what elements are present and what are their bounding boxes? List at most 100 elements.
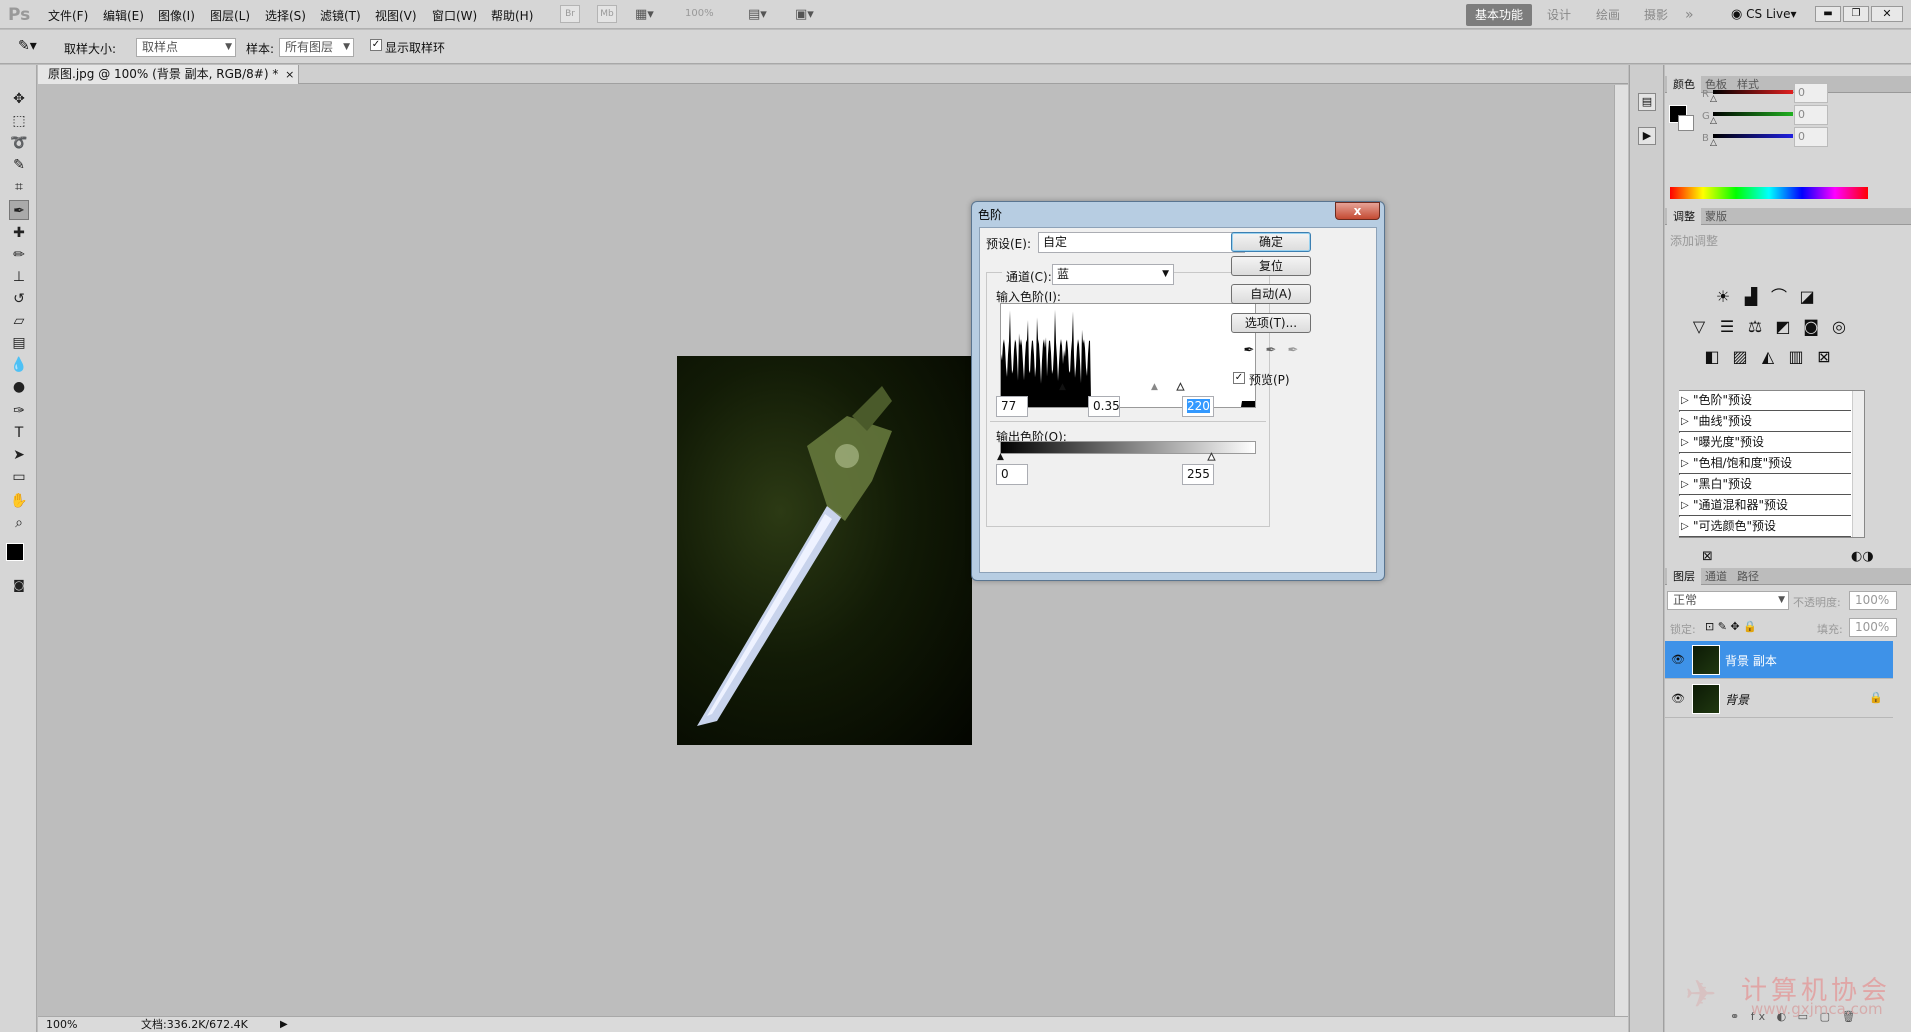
preview-checkbox[interactable]: ✓ [1233,372,1245,384]
black-eyedropper-icon[interactable]: ✒ [1239,341,1259,361]
type-tool-icon[interactable]: T [9,423,29,443]
sample-size-select[interactable]: 取样点 ▼ [136,38,236,57]
selective-color-icon[interactable]: ⊠ [1812,345,1836,369]
color-channel-value[interactable]: 0 [1794,127,1828,147]
sword-image[interactable] [677,356,972,745]
menu-filter[interactable]: 滤镜(T) [320,7,361,24]
menu-image[interactable]: 图像(I) [158,7,195,24]
status-zoom[interactable]: 100% [46,1017,77,1032]
tab-masks[interactable]: 蒙版 [1699,208,1733,225]
color-spectrum-bar[interactable] [1670,187,1868,199]
channel-mixer-icon[interactable]: ◎ [1827,315,1851,339]
input-gamma-slider[interactable]: ▲ [1151,383,1158,392]
color-channel-slider[interactable] [1713,134,1793,138]
show-ring-checkbox[interactable]: ✓ [370,39,382,51]
eyedropper-tool-icon[interactable]: ✒ [9,200,29,220]
brush-tool-icon[interactable]: ✏ [9,245,29,265]
zoom-level[interactable]: 100% [685,8,714,19]
output-black-slider[interactable]: ▲ [997,453,1004,462]
stamp-tool-icon[interactable]: ⊥ [9,267,29,287]
posterize-icon[interactable]: ▨ [1728,345,1752,369]
eye-icon[interactable]: 👁 [1671,653,1685,666]
minibridge-button[interactable]: Mb [597,5,617,23]
color-bg-swatch[interactable] [1678,115,1694,131]
color-channel-thumb[interactable]: △ [1710,117,1717,126]
tab-layers[interactable]: 图层 [1667,568,1701,585]
close-tab-icon[interactable]: × [285,65,294,84]
menu-file[interactable]: 文件(F) [48,7,88,24]
preset-item[interactable]: "曝光度"预设 [1679,433,1851,453]
menu-window[interactable]: 窗口(W) [432,7,477,24]
cs-live-button[interactable]: ◉ CS Live▾ [1731,7,1797,22]
vertical-scrollbar[interactable] [1614,85,1628,1017]
preset-item[interactable]: "通道混和器"预设 [1679,496,1851,516]
fill-input[interactable]: 100% [1849,618,1897,637]
preset-item[interactable]: "曲线"预设 [1679,412,1851,432]
zoom-tool-icon[interactable]: ⌕ [9,513,29,533]
invert-icon[interactable]: ◧ [1700,345,1724,369]
history-brush-icon[interactable]: ↺ [9,289,29,309]
menu-select[interactable]: 选择(S) [265,7,306,24]
preset-item[interactable]: "色阶"预设 [1679,391,1851,411]
layer-row[interactable]: 👁 背景 副本 [1665,641,1893,679]
levels-icon[interactable]: ▟ [1739,285,1763,309]
more-workspaces-icon[interactable]: » [1685,4,1694,26]
marquee-tool-icon[interactable]: ⬚ [9,111,29,131]
workspace-essentials[interactable]: 基本功能 [1466,4,1532,26]
brightness-icon[interactable]: ☀ [1711,285,1735,309]
dialog-close-button[interactable]: x [1335,202,1380,220]
threshold-icon[interactable]: ◭ [1756,345,1780,369]
workspace-design[interactable]: 设计 [1547,4,1571,26]
close-icon[interactable]: ✕ [1871,6,1903,22]
pen-tool-icon[interactable]: ✑ [9,401,29,421]
opacity-input[interactable]: 100% [1849,591,1897,610]
dodge-tool-icon[interactable]: ● [9,377,29,397]
input-gamma-field[interactable]: 0.35 [1088,396,1120,417]
output-white-slider[interactable]: ▲ [1208,452,1216,462]
menu-view[interactable]: 视图(V) [375,7,417,24]
gradient-tool-icon[interactable]: ▤ [9,333,29,353]
workspace-painting[interactable]: 绘画 [1596,4,1620,26]
status-doc-size[interactable]: 文档:336.2K/672.4K [141,1017,248,1032]
sample-select[interactable]: 所有图层 ▼ [279,38,354,57]
options-button[interactable]: 选项(T)... [1231,313,1311,333]
vibrance-icon[interactable]: ▽ [1687,315,1711,339]
history-panel-icon[interactable]: ▤ [1638,93,1656,111]
ok-button[interactable]: 确定 [1231,232,1311,252]
blend-mode-select[interactable]: 正常 ▼ [1667,591,1789,610]
tab-color[interactable]: 颜色 [1667,76,1701,93]
preset-item[interactable]: "黑白"预设 [1679,475,1851,495]
quick-mask-icon[interactable]: ◙ [9,575,29,595]
color-channel-thumb[interactable]: △ [1710,139,1717,148]
color-channel-thumb[interactable]: △ [1710,95,1717,104]
color-channel-value[interactable]: 0 [1794,105,1828,125]
adjustment-clip-icon[interactable]: ◐◑ [1851,549,1874,564]
menu-help[interactable]: 帮助(H) [491,7,533,24]
minimize-icon[interactable]: ▬ [1815,6,1841,22]
tab-channels[interactable]: 通道 [1699,568,1733,585]
hand-tool-icon[interactable]: ✋ [9,491,29,511]
input-black-field[interactable]: 77 [996,396,1028,417]
gray-eyedropper-icon[interactable]: ✒ [1261,341,1281,361]
input-white-slider[interactable]: ▲ [1177,382,1185,392]
blur-tool-icon[interactable]: 💧 [9,355,29,375]
photo-filter-icon[interactable]: ◙ [1799,315,1823,339]
foreground-color-swatch[interactable] [6,543,24,561]
color-channel-slider[interactable] [1713,112,1793,116]
adjustment-view-icon[interactable]: ⊠ [1702,549,1713,564]
preset-item[interactable]: "色相/饱和度"预设 [1679,454,1851,474]
bridge-button[interactable]: Br [560,5,580,23]
preset-select[interactable]: 自定 ▼ [1038,232,1245,253]
output-black-field[interactable]: 0 [996,464,1028,485]
status-menu-arrow-icon[interactable]: ▶ [280,1017,288,1032]
screen-mode-icon[interactable]: ▣▾ [795,7,814,22]
white-eyedropper-icon[interactable]: ✒ [1283,341,1303,361]
auto-button[interactable]: 自动(A) [1231,284,1311,304]
healing-tool-icon[interactable]: ✚ [9,223,29,243]
output-white-field[interactable]: 255 [1182,464,1214,485]
document-tab[interactable]: 原图.jpg @ 100% (背景 副本, RGB/8#) * × [38,65,300,84]
exposure-icon[interactable]: ◪ [1795,285,1819,309]
black-white-icon[interactable]: ◩ [1771,315,1795,339]
eye-icon[interactable]: 👁 [1671,692,1685,705]
shape-tool-icon[interactable]: ▭ [9,467,29,487]
